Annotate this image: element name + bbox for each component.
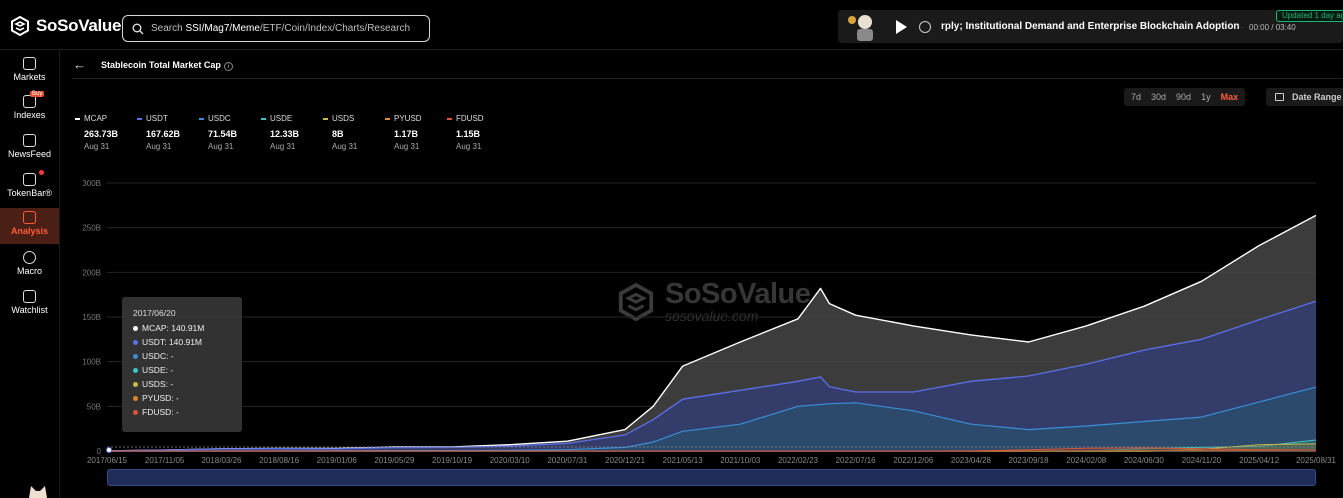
y-tick-label: 150B [82, 313, 101, 322]
x-tick-label: 2024/11/20 [1182, 456, 1222, 465]
x-tick-label: 2019/10/19 [432, 456, 473, 465]
tooltip-dot [133, 367, 138, 373]
tooltip-label: USDS: - [142, 379, 174, 389]
x-tick-label: 2023/09/18 [1009, 456, 1050, 465]
x-tick-label: 2022/02/23 [778, 456, 819, 465]
x-tick-label: 2025/08/31 [1296, 456, 1337, 465]
tooltip-row: USDE: - [133, 363, 242, 377]
tooltip-dot [133, 339, 138, 345]
x-tick-label: 2021/10/03 [720, 456, 761, 465]
tooltip-label: PYUSD: - [142, 393, 179, 403]
y-tick-label: 300B [82, 179, 101, 188]
x-tick-label: 2017/11/05 [145, 456, 185, 465]
tooltip-label: USDE: - [142, 365, 174, 375]
x-tick-label: 2020/03/10 [490, 456, 531, 465]
x-tick-label: 2020/07/31 [547, 456, 588, 465]
x-tick-label: 2019/05/29 [374, 456, 415, 465]
tooltip-dot [133, 353, 138, 359]
y-tick-label: 50B [87, 402, 101, 411]
tooltip-dot [133, 325, 138, 331]
x-tick-label: 2019/01/06 [317, 456, 358, 465]
tooltip-date: 2017/06/20 [133, 308, 176, 318]
tooltip-label: USDC: - [142, 351, 174, 361]
tooltip-label: FDUSD: - [142, 407, 179, 417]
tooltip-row: FDUSD: - [133, 405, 242, 419]
x-tick-label: 2022/12/06 [893, 456, 934, 465]
y-tick-label: 100B [82, 358, 101, 367]
crosshair-point [106, 447, 113, 453]
tooltip-row: USDT: 140.91M [133, 335, 242, 349]
x-tick-label: 2024/02/08 [1066, 456, 1107, 465]
y-tick-label: 250B [82, 224, 101, 233]
tooltip-dot [133, 395, 138, 401]
x-tick-label: 2022/07/16 [836, 456, 877, 465]
tooltip-row: MCAP: 140.91M [133, 321, 242, 335]
tooltip-dot [133, 381, 138, 387]
tooltip-row: USDC: - [133, 349, 242, 363]
x-tick-label: 2018/08/16 [259, 456, 300, 465]
x-tick-label: 2017/06/15 [87, 456, 128, 465]
x-tick-label: 2018/03/26 [201, 456, 242, 465]
y-tick-label: 200B [82, 268, 101, 277]
x-tick-label: 2020/12/21 [605, 456, 646, 465]
y-tick-label: 0 [97, 447, 102, 456]
tooltip-label: USDT: 140.91M [142, 337, 202, 347]
tooltip-dot [133, 409, 138, 415]
x-tick-label: 2025/04/12 [1239, 456, 1280, 465]
tooltip-label: MCAP: 140.91M [142, 323, 205, 333]
tooltip-row: USDS: - [133, 377, 242, 391]
range-scrollbar[interactable] [107, 469, 1316, 486]
mascot-icon[interactable] [27, 485, 49, 498]
x-tick-label: 2023/04/28 [951, 456, 992, 465]
chart-tooltip: 2017/06/20 MCAP: 140.91M USDT: 140.91M USD… [122, 297, 242, 432]
tooltip-row: PYUSD: - [133, 391, 242, 405]
x-tick-label: 2024/06/30 [1124, 456, 1165, 465]
x-tick-label: 2021/05/13 [663, 456, 704, 465]
